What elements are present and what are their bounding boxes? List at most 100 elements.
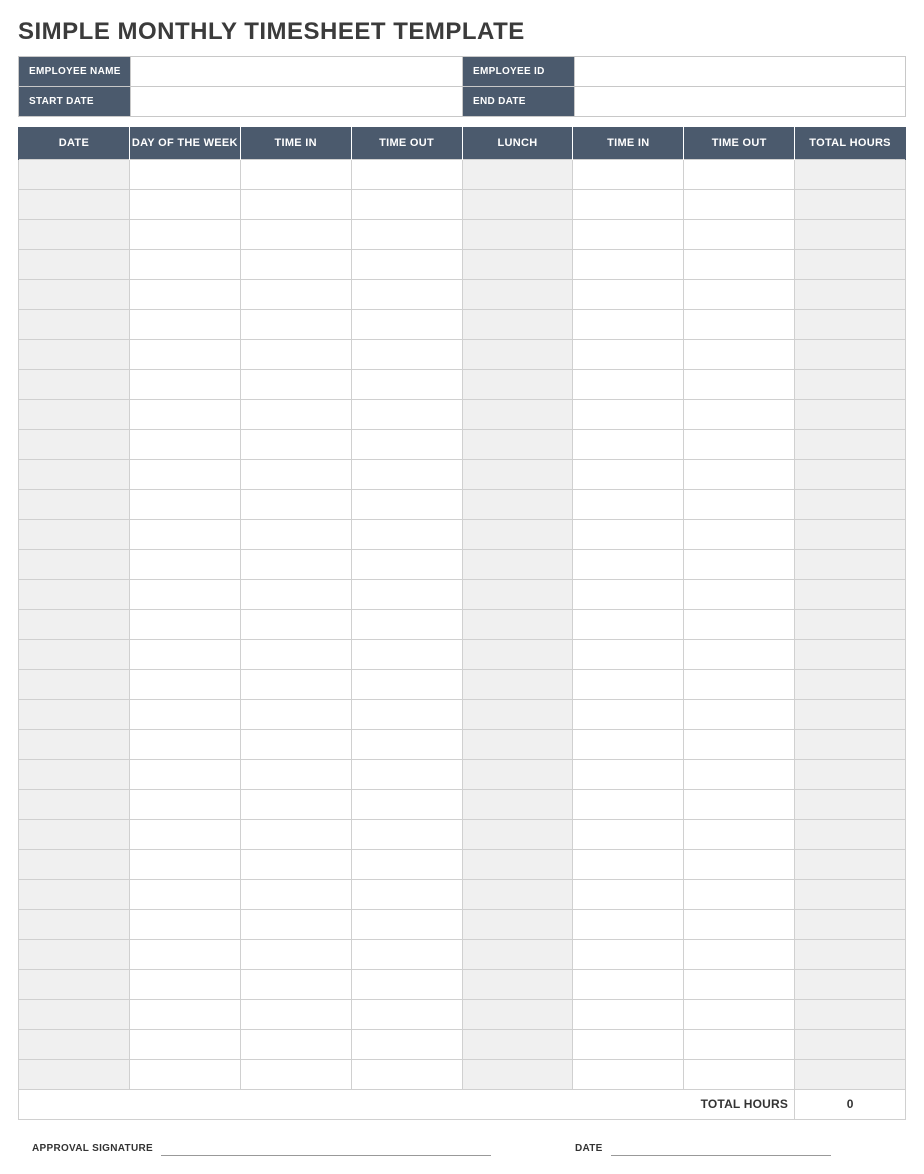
cell-time-in-2[interactable] — [573, 819, 684, 849]
cell-time-in-2[interactable] — [573, 879, 684, 909]
cell-time-out-1[interactable] — [351, 219, 462, 249]
cell-date[interactable] — [19, 489, 130, 519]
cell-total-hours[interactable] — [795, 969, 906, 999]
cell-time-out-2[interactable] — [684, 189, 795, 219]
cell-time-in-2[interactable] — [573, 279, 684, 309]
cell-total-hours[interactable] — [795, 189, 906, 219]
cell-date[interactable] — [19, 549, 130, 579]
cell-lunch[interactable] — [462, 999, 573, 1029]
cell-time-out-1[interactable] — [351, 399, 462, 429]
cell-time-in-1[interactable] — [240, 729, 351, 759]
cell-lunch[interactable] — [462, 939, 573, 969]
cell-time-out-1[interactable] — [351, 789, 462, 819]
cell-lunch[interactable] — [462, 369, 573, 399]
cell-day-of-week[interactable] — [129, 819, 240, 849]
cell-day-of-week[interactable] — [129, 309, 240, 339]
cell-time-out-2[interactable] — [684, 879, 795, 909]
cell-time-out-2[interactable] — [684, 549, 795, 579]
cell-lunch[interactable] — [462, 849, 573, 879]
cell-time-out-1[interactable] — [351, 309, 462, 339]
cell-day-of-week[interactable] — [129, 279, 240, 309]
cell-total-hours[interactable] — [795, 609, 906, 639]
cell-time-in-1[interactable] — [240, 249, 351, 279]
cell-time-out-2[interactable] — [684, 639, 795, 669]
cell-total-hours[interactable] — [795, 459, 906, 489]
cell-total-hours[interactable] — [795, 249, 906, 279]
cell-total-hours[interactable] — [795, 1059, 906, 1089]
cell-lunch[interactable] — [462, 699, 573, 729]
cell-date[interactable] — [19, 879, 130, 909]
cell-time-out-1[interactable] — [351, 729, 462, 759]
cell-time-out-2[interactable] — [684, 1029, 795, 1059]
cell-time-in-2[interactable] — [573, 729, 684, 759]
cell-time-out-2[interactable] — [684, 609, 795, 639]
cell-day-of-week[interactable] — [129, 759, 240, 789]
cell-day-of-week[interactable] — [129, 1029, 240, 1059]
cell-total-hours[interactable] — [795, 909, 906, 939]
cell-total-hours[interactable] — [795, 309, 906, 339]
cell-day-of-week[interactable] — [129, 639, 240, 669]
cell-date[interactable] — [19, 789, 130, 819]
cell-lunch[interactable] — [462, 309, 573, 339]
cell-time-in-2[interactable] — [573, 609, 684, 639]
cell-total-hours[interactable] — [795, 519, 906, 549]
cell-time-in-2[interactable] — [573, 519, 684, 549]
cell-time-in-1[interactable] — [240, 879, 351, 909]
cell-time-out-2[interactable] — [684, 489, 795, 519]
cell-total-hours[interactable] — [795, 999, 906, 1029]
cell-day-of-week[interactable] — [129, 489, 240, 519]
cell-time-in-2[interactable] — [573, 579, 684, 609]
cell-time-in-1[interactable] — [240, 909, 351, 939]
cell-time-in-2[interactable] — [573, 909, 684, 939]
cell-time-in-2[interactable] — [573, 849, 684, 879]
cell-lunch[interactable] — [462, 969, 573, 999]
cell-day-of-week[interactable] — [129, 609, 240, 639]
cell-day-of-week[interactable] — [129, 189, 240, 219]
cell-time-in-2[interactable] — [573, 159, 684, 189]
cell-lunch[interactable] — [462, 1029, 573, 1059]
cell-total-hours[interactable] — [795, 669, 906, 699]
cell-time-in-2[interactable] — [573, 1029, 684, 1059]
cell-time-in-1[interactable] — [240, 429, 351, 459]
cell-time-in-1[interactable] — [240, 789, 351, 819]
cell-day-of-week[interactable] — [129, 729, 240, 759]
cell-time-in-2[interactable] — [573, 189, 684, 219]
cell-total-hours[interactable] — [795, 939, 906, 969]
signature-date-line[interactable] — [611, 1142, 831, 1156]
cell-time-out-2[interactable] — [684, 729, 795, 759]
cell-time-out-1[interactable] — [351, 639, 462, 669]
cell-lunch[interactable] — [462, 399, 573, 429]
cell-date[interactable] — [19, 849, 130, 879]
cell-date[interactable] — [19, 159, 130, 189]
cell-time-in-2[interactable] — [573, 339, 684, 369]
cell-total-hours[interactable] — [795, 489, 906, 519]
cell-lunch[interactable] — [462, 759, 573, 789]
cell-time-out-2[interactable] — [684, 1059, 795, 1089]
cell-total-hours[interactable] — [795, 699, 906, 729]
cell-total-hours[interactable] — [795, 729, 906, 759]
cell-date[interactable] — [19, 639, 130, 669]
cell-day-of-week[interactable] — [129, 369, 240, 399]
cell-lunch[interactable] — [462, 579, 573, 609]
cell-time-out-2[interactable] — [684, 519, 795, 549]
cell-time-out-1[interactable] — [351, 699, 462, 729]
cell-time-in-2[interactable] — [573, 759, 684, 789]
cell-lunch[interactable] — [462, 339, 573, 369]
cell-time-in-2[interactable] — [573, 999, 684, 1029]
cell-lunch[interactable] — [462, 639, 573, 669]
cell-time-out-1[interactable] — [351, 759, 462, 789]
cell-day-of-week[interactable] — [129, 579, 240, 609]
cell-time-out-1[interactable] — [351, 249, 462, 279]
cell-time-in-2[interactable] — [573, 309, 684, 339]
cell-date[interactable] — [19, 309, 130, 339]
cell-day-of-week[interactable] — [129, 519, 240, 549]
cell-time-in-2[interactable] — [573, 399, 684, 429]
cell-date[interactable] — [19, 339, 130, 369]
cell-date[interactable] — [19, 279, 130, 309]
cell-time-out-1[interactable] — [351, 429, 462, 459]
cell-lunch[interactable] — [462, 489, 573, 519]
cell-time-in-1[interactable] — [240, 279, 351, 309]
cell-lunch[interactable] — [462, 549, 573, 579]
cell-lunch[interactable] — [462, 819, 573, 849]
cell-time-out-2[interactable] — [684, 969, 795, 999]
